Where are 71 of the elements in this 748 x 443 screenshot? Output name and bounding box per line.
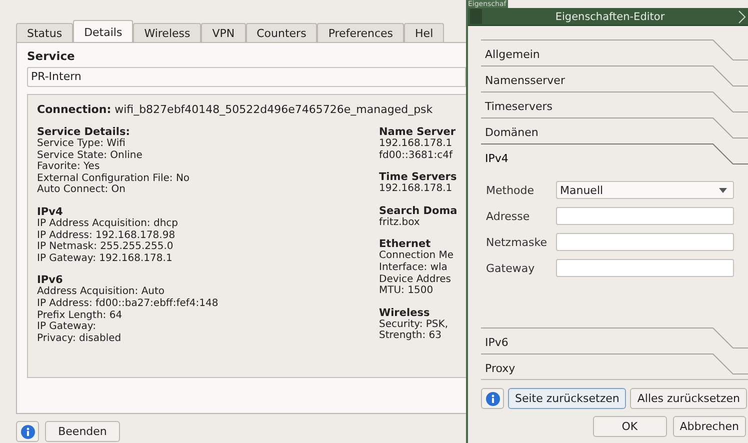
detail-line: Security: PSK,: [379, 318, 449, 330]
detail-line: IP Address: 192.168.178.98: [37, 230, 176, 241]
info-icon: [20, 424, 34, 438]
detail-line: IP Gateway:: [37, 321, 97, 333]
tab[interactable]: Wireless: [133, 23, 202, 43]
detail-line: IP Gateway: 192.168.178.1: [37, 252, 174, 264]
group-heading: Name Server: [379, 126, 457, 138]
window-menu-button[interactable]: [470, 9, 482, 24]
section-header[interactable]: IPv4: [481, 143, 748, 169]
detail-line: Address Acquisition: Auto: [37, 286, 166, 298]
reset-page-button[interactable]: Seite zurücksetzen: [508, 388, 626, 409]
method-dropdown[interactable]: Manuell: [556, 181, 734, 199]
detail-line: IP Netmask: 255.255.255.0: [37, 241, 174, 253]
tab[interactable]: Hel: [404, 23, 444, 43]
group-heading: Search Doma: [379, 204, 458, 217]
close-icon[interactable]: [738, 10, 746, 24]
detail-line: Device Addres: [379, 274, 452, 286]
cancel-button[interactable]: Abbrechen: [672, 416, 746, 437]
tab[interactable]: Status: [16, 23, 74, 43]
section-header[interactable]: Allgemein: [481, 39, 748, 65]
group-heading: IPv4: [37, 206, 64, 218]
service-combo[interactable]: PR-Intern: [27, 67, 466, 87]
detail-line: Auto Connect: On: [37, 184, 127, 196]
detail-line: Prefix Length: 64: [37, 310, 124, 322]
service-label: Service: [27, 49, 76, 63]
detail-line: 192.168.178.1: [379, 183, 454, 195]
input-field[interactable]: [556, 233, 734, 251]
field-label: Netzmaske: [486, 236, 548, 248]
section-header[interactable]: IPv6: [481, 327, 748, 353]
group-heading: IPv6: [37, 274, 63, 286]
detail-line: Favorite: Yes: [37, 161, 101, 173]
section-header[interactable]: Proxy: [481, 353, 748, 379]
window-title: Eigenschaften-Editor: [554, 10, 666, 22]
detail-line: Service State: Online: [37, 150, 144, 161]
tab[interactable]: Preferences: [317, 23, 404, 43]
tab[interactable]: VPN: [201, 23, 246, 43]
detail-line: Privacy: disabled: [37, 332, 122, 344]
info-button[interactable]: [481, 388, 504, 409]
group-heading: Time Servers: [379, 171, 458, 184]
tab[interactable]: Counters: [246, 23, 318, 43]
detail-line: Interface: wla: [379, 262, 448, 274]
group-heading: Wireless: [379, 306, 431, 319]
info-icon: [486, 392, 500, 406]
input-field[interactable]: [556, 207, 734, 225]
group-heading: Service Details:: [37, 126, 131, 138]
connection-value: wifi_b827ebf40148_50522d496e7465726e_managed_psk: [114, 103, 433, 116]
input-field[interactable]: [556, 259, 734, 277]
detail-line: External Configuration File: No: [37, 172, 191, 184]
detail-line: fritz.box: [379, 216, 421, 228]
detail-line: IP Address Acquisition: dhcp: [37, 218, 180, 230]
field-label: Gateway: [486, 262, 536, 274]
detail-line: MTU: 1500: [379, 285, 434, 297]
ok-button[interactable]: OK: [592, 416, 667, 437]
reset-all-button[interactable]: Alles zurücksetzen: [630, 388, 747, 409]
detail-line: Service Type: Wifi: [37, 138, 126, 150]
tab[interactable]: Details: [73, 20, 134, 43]
dropdown-arrow-icon: [719, 188, 727, 192]
section-header[interactable]: Timeservers: [481, 91, 748, 117]
section-header[interactable]: Domänen: [481, 117, 748, 143]
detail-line: IP Address: fd00::ba27:ebff:fef4:148: [37, 298, 220, 310]
detail-line: fd00::3681:c4f: [379, 150, 454, 162]
detail-line: Strength: 63: [379, 330, 443, 342]
info-button[interactable]: [16, 421, 39, 442]
detail-line: 192.168.178.1: [379, 138, 454, 150]
section-header[interactable]: Namensserver: [481, 65, 748, 91]
field-label: Methode: [486, 184, 536, 196]
quit-button[interactable]: Beenden: [45, 421, 120, 442]
field-label: Adresse: [486, 210, 531, 222]
group-heading: Ethernet: [379, 238, 431, 250]
connection-label: Connection:: [37, 103, 112, 116]
detail-line: Connection Me: [379, 250, 455, 262]
